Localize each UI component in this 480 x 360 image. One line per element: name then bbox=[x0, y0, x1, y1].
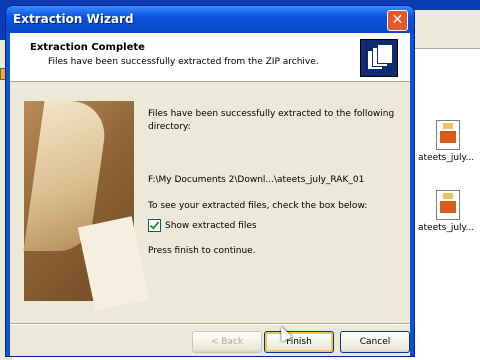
finish-hint: Press finish to continue. bbox=[148, 246, 256, 256]
dialog-client-area: Extraction Complete Files have been succ… bbox=[10, 33, 410, 356]
file-name: ateets_july... bbox=[418, 153, 475, 163]
zip-file-icon bbox=[436, 190, 460, 220]
show-files-option[interactable]: Show extracted files bbox=[148, 219, 257, 233]
extraction-wizard-dialog: Extraction Wizard ✕ Extraction Complete … bbox=[6, 6, 414, 356]
folder-files-icon bbox=[360, 39, 398, 77]
dialog-title: Extraction Wizard bbox=[13, 12, 134, 26]
completion-message: Files have been successfully extracted t… bbox=[148, 108, 398, 134]
wizard-side-image bbox=[23, 101, 150, 311]
wizard-step-title: Extraction Complete bbox=[30, 42, 145, 53]
close-icon: ✕ bbox=[391, 12, 404, 28]
background-explorer-pane bbox=[410, 10, 480, 360]
cancel-button[interactable]: Cancel bbox=[340, 331, 410, 353]
close-button[interactable]: ✕ bbox=[387, 10, 408, 31]
extraction-path: F:\My Documents 2\Downl...\ateets_july_R… bbox=[148, 175, 365, 185]
checkbox-hint: To see your extracted files, check the b… bbox=[148, 201, 368, 211]
background-file-item[interactable]: ateets_july... bbox=[418, 190, 480, 233]
wizard-header: Extraction Complete Files have been succ… bbox=[10, 33, 410, 82]
wizard-step-subtitle: Files have been successfully extracted f… bbox=[48, 57, 319, 67]
button-separator bbox=[10, 323, 410, 325]
finish-button[interactable]: Finish bbox=[264, 331, 334, 353]
completion-text: Files have been successfully extracted t… bbox=[148, 109, 395, 132]
background-explorer-toolbar bbox=[410, 10, 480, 49]
background-file-item[interactable]: ateets_july... bbox=[418, 120, 480, 163]
zip-file-icon bbox=[436, 120, 460, 150]
dialog-titlebar[interactable]: Extraction Wizard ✕ bbox=[6, 6, 414, 33]
file-name: ateets_july... bbox=[418, 223, 475, 233]
show-extracted-files-checkbox[interactable] bbox=[148, 219, 161, 232]
show-extracted-files-label[interactable]: Show extracted files bbox=[165, 221, 257, 231]
back-button[interactable]: < Back bbox=[192, 331, 262, 353]
